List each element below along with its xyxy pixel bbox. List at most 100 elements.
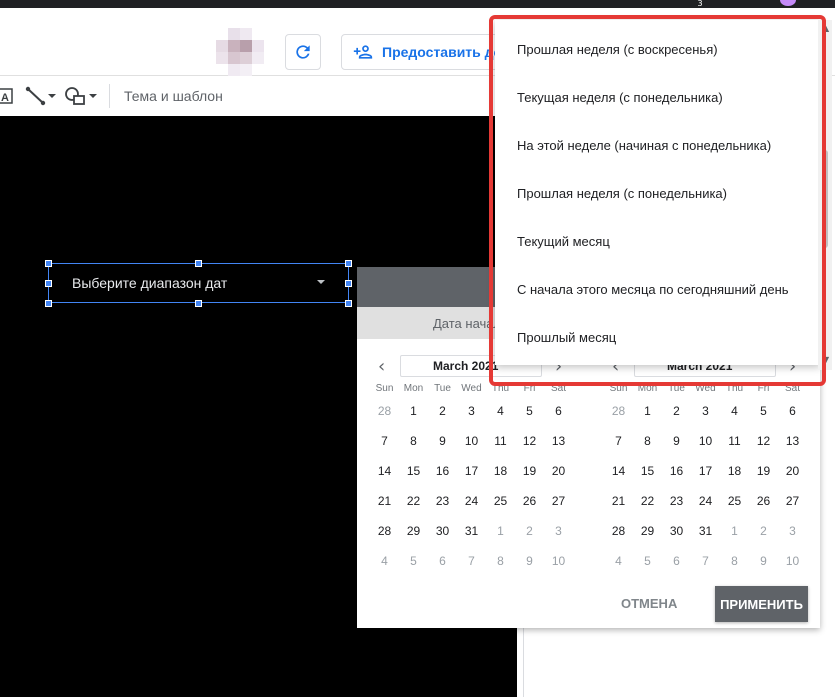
shape-tool-icon[interactable] (64, 85, 100, 107)
cancel-button[interactable]: ОТМЕНА (621, 596, 677, 611)
calendar-day[interactable]: 10 (544, 554, 573, 568)
calendar-day[interactable]: 1 (633, 404, 662, 418)
calendar-day[interactable]: 10 (691, 434, 720, 448)
calendar-day[interactable]: 5 (399, 554, 428, 568)
calendar-day[interactable]: 10 (778, 554, 807, 568)
calendar-day[interactable]: 5 (633, 554, 662, 568)
calendar-day[interactable]: 3 (457, 404, 486, 418)
calendar-day[interactable]: 25 (486, 494, 515, 508)
calendar-day[interactable]: 3 (778, 524, 807, 538)
calendar-day[interactable]: 17 (457, 464, 486, 478)
calendar-day[interactable]: 1 (486, 524, 515, 538)
calendar-day[interactable]: 24 (457, 494, 486, 508)
calendar-day[interactable]: 24 (691, 494, 720, 508)
calendar-day[interactable]: 18 (720, 464, 749, 478)
calendar-day[interactable]: 9 (662, 434, 691, 448)
calendar-day[interactable]: 28 (604, 404, 633, 418)
calendar-day[interactable]: 31 (457, 524, 486, 538)
calendar-day[interactable]: 11 (486, 434, 515, 448)
calendar-day[interactable]: 27 (778, 494, 807, 508)
calendar-day[interactable]: 8 (486, 554, 515, 568)
calendar-day[interactable]: 7 (691, 554, 720, 568)
calendar-day[interactable]: 13 (544, 434, 573, 448)
calendar-day[interactable]: 8 (633, 434, 662, 448)
apply-button[interactable]: ПРИМЕНИТЬ (715, 586, 808, 622)
calendar-day[interactable]: 6 (428, 554, 457, 568)
calendar-day[interactable]: 10 (457, 434, 486, 448)
calendar-day[interactable]: 2 (428, 404, 457, 418)
calendar-day[interactable]: 2 (749, 524, 778, 538)
calendar-day[interactable]: 21 (604, 494, 633, 508)
calendar-day[interactable]: 16 (662, 464, 691, 478)
prev-month-left-icon[interactable]: ‹ (378, 356, 385, 377)
resize-handle[interactable] (45, 300, 52, 307)
calendar-day[interactable]: 7 (457, 554, 486, 568)
calendar-day[interactable]: 4 (486, 404, 515, 418)
calendar-day[interactable]: 9 (515, 554, 544, 568)
resize-handle[interactable] (45, 260, 52, 267)
calendar-day[interactable]: 13 (778, 434, 807, 448)
calendar-day[interactable]: 16 (428, 464, 457, 478)
calendar-day[interactable]: 19 (749, 464, 778, 478)
calendar-day[interactable]: 20 (778, 464, 807, 478)
calendar-day[interactable]: 25 (720, 494, 749, 508)
calendar-day[interactable]: 5 (749, 404, 778, 418)
calendar-day[interactable]: 17 (691, 464, 720, 478)
calendar-day[interactable]: 26 (515, 494, 544, 508)
calendar-day[interactable]: 4 (370, 554, 399, 568)
calendar-day[interactable]: 4 (604, 554, 633, 568)
calendar-day[interactable]: 22 (633, 494, 662, 508)
resize-handle[interactable] (45, 280, 52, 287)
calendar-day[interactable]: 11 (720, 434, 749, 448)
calendar-day[interactable]: 14 (370, 464, 399, 478)
calendar-day[interactable]: 18 (486, 464, 515, 478)
resize-handle[interactable] (195, 300, 202, 307)
calendar-day[interactable]: 22 (399, 494, 428, 508)
calendar-day[interactable]: 29 (633, 524, 662, 538)
calendar-day[interactable]: 1 (720, 524, 749, 538)
calendar-day[interactable]: 23 (662, 494, 691, 508)
resize-handle[interactable] (345, 260, 352, 267)
calendar-day[interactable]: 19 (515, 464, 544, 478)
text-tool-icon[interactable]: A (0, 85, 14, 107)
calendar-day[interactable]: 26 (749, 494, 778, 508)
resize-handle[interactable] (345, 300, 352, 307)
calendar-day[interactable]: 31 (691, 524, 720, 538)
calendar-day[interactable]: 28 (604, 524, 633, 538)
calendar-day[interactable]: 4 (720, 404, 749, 418)
resize-handle[interactable] (195, 260, 202, 267)
calendar-day[interactable]: 27 (544, 494, 573, 508)
dropdown-arrow-icon[interactable] (317, 280, 325, 284)
calendar-day[interactable]: 20 (544, 464, 573, 478)
calendar-day[interactable]: 7 (370, 434, 399, 448)
user-avatar[interactable] (216, 28, 264, 76)
calendar-day[interactable]: 14 (604, 464, 633, 478)
theme-and-layout-button[interactable]: Тема и шаблон (124, 88, 223, 104)
calendar-day[interactable]: 6 (778, 404, 807, 418)
calendar-day[interactable]: 15 (633, 464, 662, 478)
calendar-day[interactable]: 3 (544, 524, 573, 538)
calendar-day[interactable]: 12 (515, 434, 544, 448)
calendar-day[interactable]: 6 (662, 554, 691, 568)
calendar-day[interactable]: 7 (604, 434, 633, 448)
share-button[interactable]: Предоставить до (341, 34, 511, 70)
calendar-day[interactable]: 6 (544, 404, 573, 418)
calendar-day[interactable]: 9 (749, 554, 778, 568)
refresh-button[interactable] (285, 34, 321, 70)
calendar-day[interactable]: 9 (428, 434, 457, 448)
resize-handle[interactable] (345, 280, 352, 287)
calendar-day[interactable]: 29 (399, 524, 428, 538)
calendar-day[interactable]: 30 (662, 524, 691, 538)
calendar-day[interactable]: 15 (399, 464, 428, 478)
calendar-day[interactable]: 8 (399, 434, 428, 448)
calendar-day[interactable]: 8 (720, 554, 749, 568)
calendar-day[interactable]: 2 (515, 524, 544, 538)
calendar-day[interactable]: 12 (749, 434, 778, 448)
calendar-day[interactable]: 5 (515, 404, 544, 418)
calendar-day[interactable]: 2 (662, 404, 691, 418)
calendar-day[interactable]: 23 (428, 494, 457, 508)
calendar-day[interactable]: 1 (399, 404, 428, 418)
calendar-day[interactable]: 28 (370, 524, 399, 538)
calendar-day[interactable]: 28 (370, 404, 399, 418)
line-tool-icon[interactable] (25, 85, 59, 107)
